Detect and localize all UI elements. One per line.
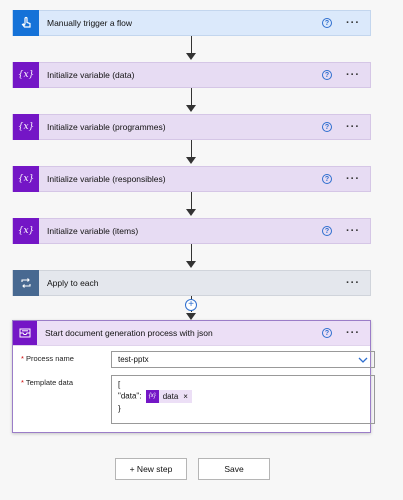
help-icon[interactable]: ? bbox=[322, 226, 332, 236]
variable-icon: {x} bbox=[13, 218, 39, 244]
hand-touch-icon bbox=[13, 10, 39, 36]
save-button[interactable]: Save bbox=[198, 458, 270, 480]
process-name-label: * Process name bbox=[21, 354, 74, 363]
template-data-editor[interactable]: [ "data": {x} data × } bbox=[111, 375, 375, 424]
step-init-variable-data[interactable]: {x} Initialize variable (data) ? ··· bbox=[12, 62, 371, 88]
action-header[interactable]: Start document generation process with j… bbox=[13, 321, 370, 346]
process-name-select[interactable]: test-pptx bbox=[111, 351, 375, 368]
arrow-down-icon bbox=[186, 209, 196, 216]
connector-line bbox=[191, 192, 192, 209]
more-options-icon[interactable]: ··· bbox=[344, 225, 362, 237]
help-icon[interactable]: ? bbox=[322, 122, 332, 132]
variable-icon: {x} bbox=[13, 166, 39, 192]
new-step-button[interactable]: + New step bbox=[115, 458, 187, 480]
chevron-down-icon bbox=[358, 357, 368, 363]
template-data-label: * Template data bbox=[21, 378, 73, 387]
variable-icon: {x} bbox=[13, 62, 39, 88]
step-title: Apply to each bbox=[47, 278, 99, 288]
arrow-down-icon bbox=[186, 261, 196, 268]
json-key: "data": bbox=[118, 391, 142, 401]
process-name-value: test-pptx bbox=[118, 355, 149, 364]
help-icon[interactable]: ? bbox=[322, 328, 332, 338]
help-icon[interactable]: ? bbox=[322, 70, 332, 80]
step-apply-to-each[interactable]: Apply to each ··· bbox=[12, 270, 371, 296]
document-tray-icon bbox=[13, 321, 37, 345]
token-label: data bbox=[162, 392, 179, 401]
arrow-down-icon bbox=[186, 53, 196, 60]
help-icon[interactable]: ? bbox=[322, 174, 332, 184]
action-start-document-generation: Start document generation process with j… bbox=[12, 320, 375, 433]
action-title: Start document generation process with j… bbox=[45, 328, 213, 338]
connector-line bbox=[191, 36, 192, 53]
close-icon[interactable]: × bbox=[183, 391, 188, 402]
json-close-brace: } bbox=[118, 404, 121, 413]
arrow-down-icon bbox=[186, 105, 196, 112]
connector-line bbox=[191, 244, 192, 261]
step-title: Initialize variable (data) bbox=[47, 70, 135, 80]
more-options-icon[interactable]: ··· bbox=[344, 277, 362, 289]
step-title: Initialize variable (items) bbox=[47, 226, 139, 236]
more-options-icon[interactable]: ··· bbox=[344, 327, 362, 339]
arrow-down-icon bbox=[186, 313, 196, 320]
step-title: Manually trigger a flow bbox=[47, 18, 133, 28]
more-options-icon[interactable]: ··· bbox=[344, 121, 362, 133]
step-init-variable-programmes[interactable]: {x} Initialize variable (programmes) ? ·… bbox=[12, 114, 371, 140]
arrow-down-icon bbox=[186, 157, 196, 164]
more-options-icon[interactable]: ··· bbox=[344, 173, 362, 185]
step-title: Initialize variable (programmes) bbox=[47, 122, 166, 132]
variable-token-data[interactable]: {x} data × bbox=[145, 390, 192, 403]
connector-line bbox=[191, 140, 192, 157]
step-init-variable-responsibles[interactable]: {x} Initialize variable (responsibles) ?… bbox=[12, 166, 371, 192]
loop-icon bbox=[13, 270, 39, 296]
step-manual-trigger[interactable]: Manually trigger a flow ? ··· bbox=[12, 10, 371, 36]
variable-icon: {x} bbox=[13, 114, 39, 140]
more-options-icon[interactable]: ··· bbox=[344, 69, 362, 81]
more-options-icon[interactable]: ··· bbox=[344, 17, 362, 29]
step-title: Initialize variable (responsibles) bbox=[47, 174, 166, 184]
json-open-bracket: [ bbox=[118, 380, 121, 389]
json-line: "data": {x} data × bbox=[118, 390, 368, 403]
variable-icon: {x} bbox=[145, 390, 159, 403]
connector-line bbox=[191, 88, 192, 105]
insert-step-icon[interactable]: + bbox=[185, 299, 197, 311]
help-icon[interactable]: ? bbox=[322, 18, 332, 28]
step-init-variable-items[interactable]: {x} Initialize variable (items) ? ··· bbox=[12, 218, 371, 244]
